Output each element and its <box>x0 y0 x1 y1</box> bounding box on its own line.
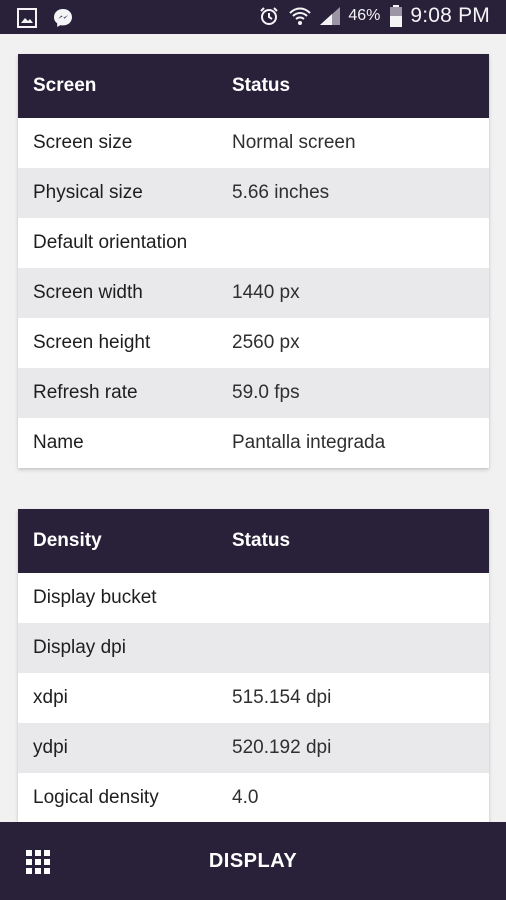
row-value: 520.192 dpi <box>232 737 332 758</box>
row-label: Physical size <box>33 182 143 203</box>
row-label: ydpi <box>33 737 68 758</box>
row-value: 5.66 inches <box>232 182 330 203</box>
screen-table-header: Screen Status <box>18 54 489 118</box>
page-title: DISPLAY <box>208 850 298 872</box>
table-row: Logical density 4.0 <box>18 773 489 823</box>
status-left-icons <box>16 7 74 29</box>
row-label: Display dpi <box>33 637 126 658</box>
table-row: Refresh rate 59.0 fps <box>18 368 489 418</box>
row-label: Screen size <box>33 132 133 153</box>
row-label: Screen height <box>33 332 151 353</box>
table-row: xdpi 515.154 dpi <box>18 673 489 723</box>
wifi-icon <box>288 5 312 27</box>
row-value: 1440 px <box>232 282 300 303</box>
table-row: Screen size Normal screen <box>18 118 489 168</box>
row-label: Screen width <box>33 282 143 303</box>
status-bar: 46% 9:08 PM <box>0 0 506 34</box>
row-label: xdpi <box>33 687 68 708</box>
header-label-status: Status <box>232 75 291 96</box>
row-label: Display bucket <box>33 587 157 608</box>
gallery-icon <box>16 7 38 29</box>
header-label-status: Status <box>232 530 291 551</box>
header-label-screen: Screen <box>33 75 97 96</box>
bottom-app-bar: DISPLAY <box>0 822 506 900</box>
table-row: ydpi 520.192 dpi <box>18 723 489 773</box>
alarm-icon <box>258 5 280 27</box>
clock: 9:08 PM <box>410 4 490 27</box>
header-label-density: Density <box>33 530 102 551</box>
table-row: Physical size 5.66 inches <box>18 168 489 218</box>
table-row: Display dpi <box>18 623 489 673</box>
row-label: Logical density <box>33 787 159 808</box>
table-row: Display bucket <box>18 573 489 623</box>
row-label: Default orientation <box>33 232 188 253</box>
battery-icon <box>390 5 403 27</box>
density-info-card: Density Status Display bucket Display dp… <box>18 509 489 823</box>
screen-table-body: Screen size Normal screen Physical size … <box>18 118 489 468</box>
table-row: Default orientation <box>18 218 489 268</box>
row-value: 4.0 <box>232 787 259 808</box>
row-value: 515.154 dpi <box>232 687 332 708</box>
row-value: Pantalla integrada <box>232 432 386 453</box>
density-table-body: Display bucket Display dpi xdpi 515.154 … <box>18 573 489 823</box>
row-label: Name <box>33 432 84 453</box>
status-right-icons: 46% 9:08 PM <box>258 4 490 28</box>
table-row: Screen width 1440 px <box>18 268 489 318</box>
density-table-header: Density Status <box>18 509 489 573</box>
row-value: 2560 px <box>232 332 300 353</box>
row-value: 59.0 fps <box>232 382 300 403</box>
signal-icon <box>318 5 341 27</box>
row-label: Refresh rate <box>33 382 138 403</box>
messenger-icon <box>52 7 74 29</box>
table-row: Screen height 2560 px <box>18 318 489 368</box>
screen-info-card: Screen Status Screen size Normal screen … <box>18 54 489 468</box>
table-row: Name Pantalla integrada <box>18 418 489 468</box>
battery-percentage: 46% <box>348 7 381 24</box>
row-value: Normal screen <box>232 132 356 153</box>
